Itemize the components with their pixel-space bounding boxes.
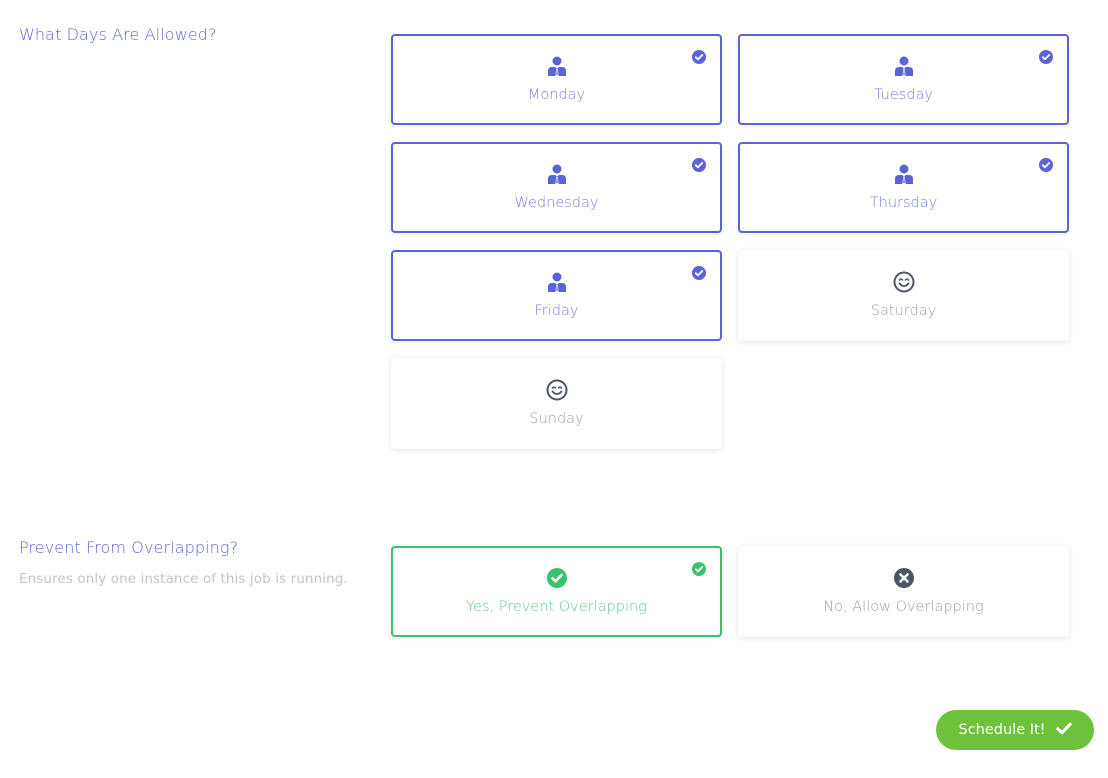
day-option-monday[interactable]: Monday [391,34,722,125]
day-label: Thursday [869,195,938,211]
days-section-title: What Days Are Allowed? [19,25,217,44]
overlap-section-description: Ensures only one instance of this job is… [19,571,348,587]
schedule-it-button[interactable]: Schedule It! [936,710,1094,750]
day-option-saturday[interactable]: Saturday [738,250,1069,341]
user-tie-icon [893,163,915,185]
overlap-section-title: Prevent From Overlapping? [19,538,239,557]
times-circle-icon [893,567,915,589]
check-circle-icon [692,158,706,172]
check-circle-icon [692,562,706,576]
schedule-it-label: Schedule It! [958,722,1046,738]
day-label: Wednesday [514,195,599,211]
overlap-option-allow[interactable]: No, Allow Overlapping [738,546,1069,637]
smile-icon [546,379,568,401]
day-option-tuesday[interactable]: Tuesday [738,34,1069,125]
day-option-thursday[interactable]: Thursday [738,142,1069,233]
day-option-friday[interactable]: Friday [391,250,722,341]
user-tie-icon [546,55,568,77]
day-label: Friday [534,303,579,319]
check-icon [1055,722,1072,739]
day-label: Tuesday [874,87,933,103]
check-circle-icon [1039,158,1053,172]
overlap-option-label: No, Allow Overlapping [823,599,984,615]
check-circle-icon [692,266,706,280]
user-tie-icon [546,163,568,185]
day-option-sunday[interactable]: Sunday [391,358,722,449]
check-circle-icon [1039,50,1053,64]
day-label: Sunday [529,411,584,427]
day-label: Monday [527,87,586,103]
day-option-wednesday[interactable]: Wednesday [391,142,722,233]
user-tie-icon [546,271,568,293]
user-tie-icon [893,55,915,77]
smile-icon [893,271,915,293]
overlap-option-label: Yes, Prevent Overlapping [466,599,647,615]
check-circle-icon [546,567,568,589]
day-label: Saturday [870,303,937,319]
check-circle-icon [692,50,706,64]
overlap-option-prevent[interactable]: Yes, Prevent Overlapping [391,546,722,637]
